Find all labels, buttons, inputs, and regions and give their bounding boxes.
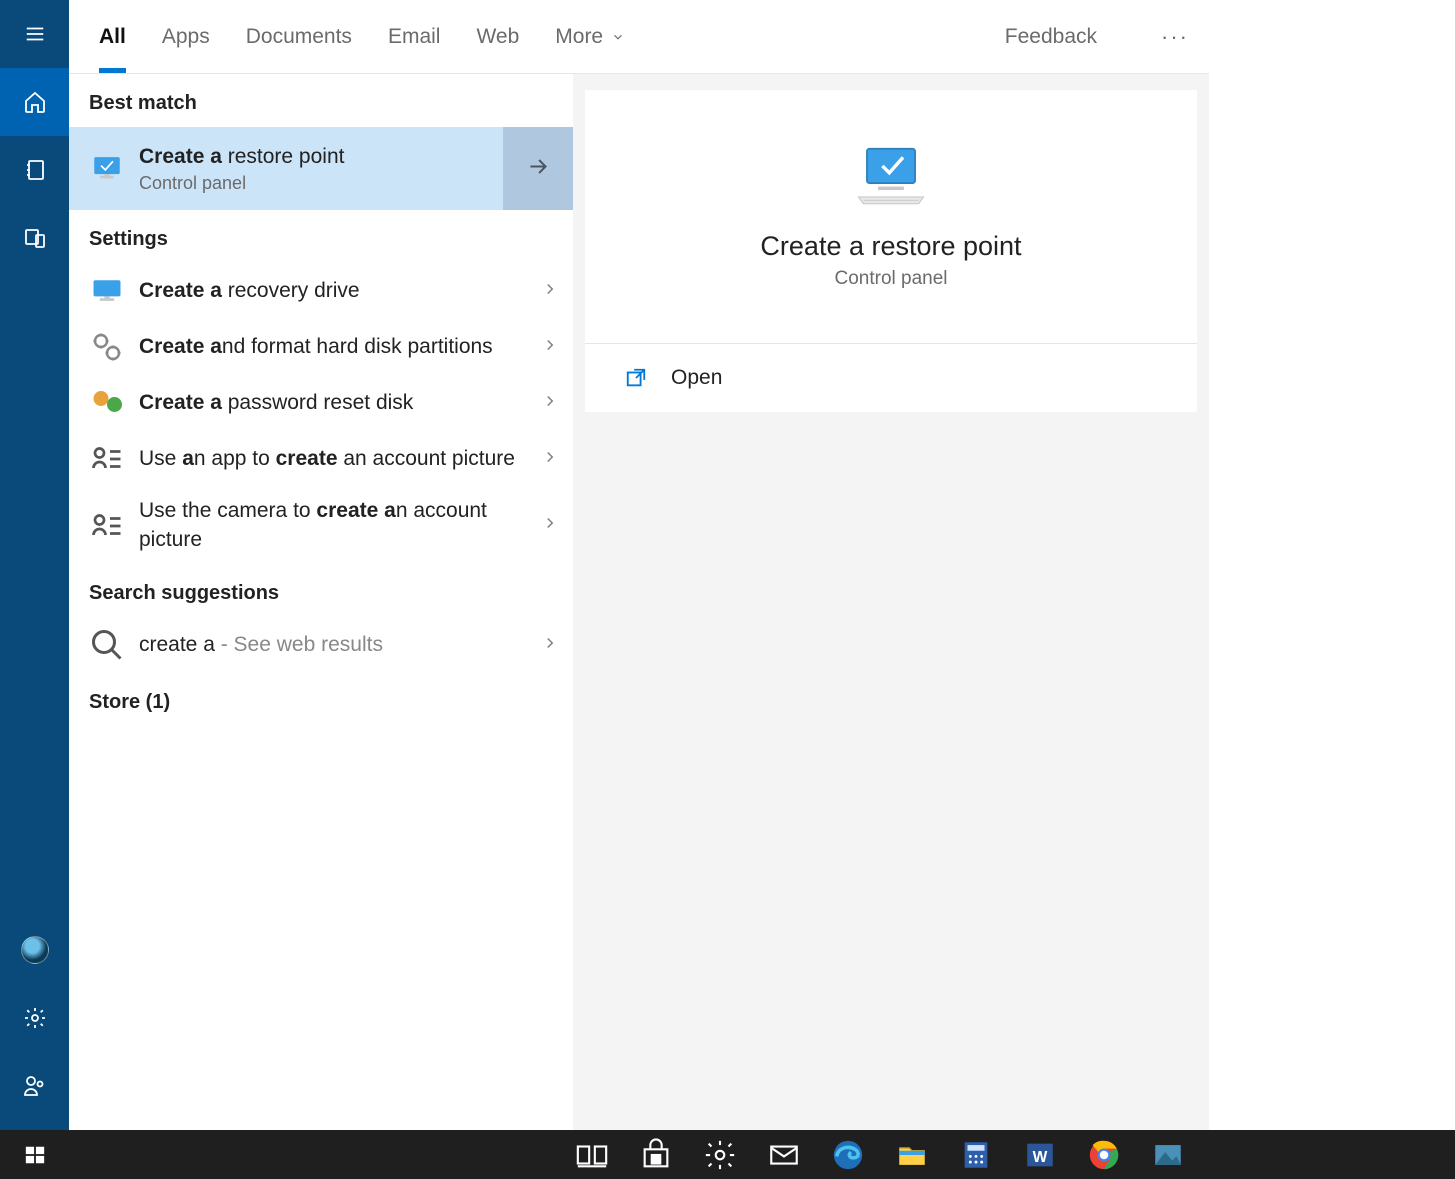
tab-documents[interactable]: Documents — [246, 25, 352, 49]
tab-more-label: More — [555, 25, 603, 49]
web-suggestion[interactable]: create a - See web results — [69, 617, 573, 673]
preview-card: Create a restore point Control panel — [585, 90, 1197, 344]
chevron-right-icon — [541, 634, 559, 657]
chevron-right-icon — [541, 392, 559, 415]
best-match-title: Create a restore point — [139, 143, 559, 171]
tab-all[interactable]: All — [99, 25, 126, 49]
edge-app[interactable] — [831, 1138, 865, 1172]
notebook-button[interactable] — [0, 136, 69, 204]
tab-more[interactable]: More — [555, 25, 625, 49]
results-list: Best match Create a restore point Contro… — [69, 74, 573, 1130]
feedback-sidebar-button[interactable] — [0, 1052, 69, 1120]
chevron-right-icon — [541, 448, 559, 471]
result-title: Create and format hard disk partitions — [139, 333, 533, 361]
open-icon — [623, 367, 649, 389]
devices-button[interactable] — [0, 204, 69, 272]
user-avatar[interactable] — [0, 916, 69, 984]
filter-tabs: All Apps Documents Email Web More Feedba… — [69, 0, 1209, 74]
menu-button[interactable] — [0, 0, 69, 68]
task-view-button[interactable] — [575, 1138, 609, 1172]
person-list-icon — [89, 441, 125, 477]
mail-app[interactable] — [767, 1138, 801, 1172]
tab-apps[interactable]: Apps — [162, 25, 210, 49]
windows-icon — [24, 1144, 46, 1166]
calculator-app[interactable] — [959, 1138, 993, 1172]
person-list-icon — [89, 508, 125, 544]
settings-result-camera-account-picture[interactable]: Use the camera to create an account pict… — [69, 487, 573, 564]
people-icon — [89, 385, 125, 421]
tab-email[interactable]: Email — [388, 25, 441, 49]
result-title: Create a recovery drive — [139, 277, 533, 305]
best-match-result[interactable]: Create a restore point Control panel — [69, 127, 573, 210]
settings-result-app-account-picture[interactable]: Use an app to create an account picture — [69, 431, 573, 487]
monitor-check-icon — [89, 151, 125, 187]
settings-app[interactable] — [703, 1138, 737, 1172]
home-button[interactable] — [0, 68, 69, 136]
result-title: Create a password reset disk — [139, 389, 533, 417]
arrow-right-icon — [525, 153, 551, 184]
monitor-icon — [89, 273, 125, 309]
search-icon — [89, 627, 125, 663]
taskbar: W — [0, 1130, 1455, 1179]
explorer-app[interactable] — [895, 1138, 929, 1172]
section-search-suggestions: Search suggestions — [69, 564, 573, 617]
preview-title: Create a restore point — [760, 231, 1021, 262]
result-title: Use an app to create an account picture — [139, 445, 533, 473]
app-unknown[interactable] — [1151, 1138, 1185, 1172]
tab-web[interactable]: Web — [476, 25, 519, 49]
open-label: Open — [671, 366, 722, 390]
section-store: Store (1) — [69, 673, 573, 726]
result-title: Use the camera to create an account pict… — [139, 497, 533, 554]
settings-result-recovery-drive[interactable]: Create a recovery drive — [69, 263, 573, 319]
gear-icon — [89, 329, 125, 365]
settings-button[interactable] — [0, 984, 69, 1052]
section-best-match: Best match — [69, 74, 573, 127]
chrome-app[interactable] — [1087, 1138, 1121, 1172]
settings-result-format-disk[interactable]: Create and format hard disk partitions — [69, 319, 573, 375]
monitor-check-large-icon — [848, 143, 934, 213]
word-app[interactable]: W — [1023, 1138, 1057, 1172]
search-panel: All Apps Documents Email Web More Feedba… — [69, 0, 1209, 1130]
start-button[interactable] — [0, 1130, 69, 1179]
chevron-right-icon — [541, 514, 559, 537]
cortana-sidebar — [0, 0, 69, 1130]
chevron-down-icon — [611, 30, 625, 44]
suggestion-text: create a - See web results — [139, 631, 533, 659]
open-action[interactable]: Open — [585, 344, 1197, 412]
preview-subtitle: Control panel — [834, 268, 947, 290]
best-match-subtitle: Control panel — [139, 173, 559, 194]
store-app[interactable] — [639, 1138, 673, 1172]
section-settings: Settings — [69, 210, 573, 263]
preview-pane: Create a restore point Control panel Ope… — [573, 74, 1209, 1130]
settings-result-password-reset[interactable]: Create a password reset disk — [69, 375, 573, 431]
feedback-link[interactable]: Feedback — [1005, 25, 1097, 49]
svg-text:W: W — [1033, 1149, 1048, 1166]
chevron-right-icon — [541, 336, 559, 359]
chevron-right-icon — [541, 280, 559, 303]
more-options-button[interactable]: ··· — [1161, 24, 1189, 50]
